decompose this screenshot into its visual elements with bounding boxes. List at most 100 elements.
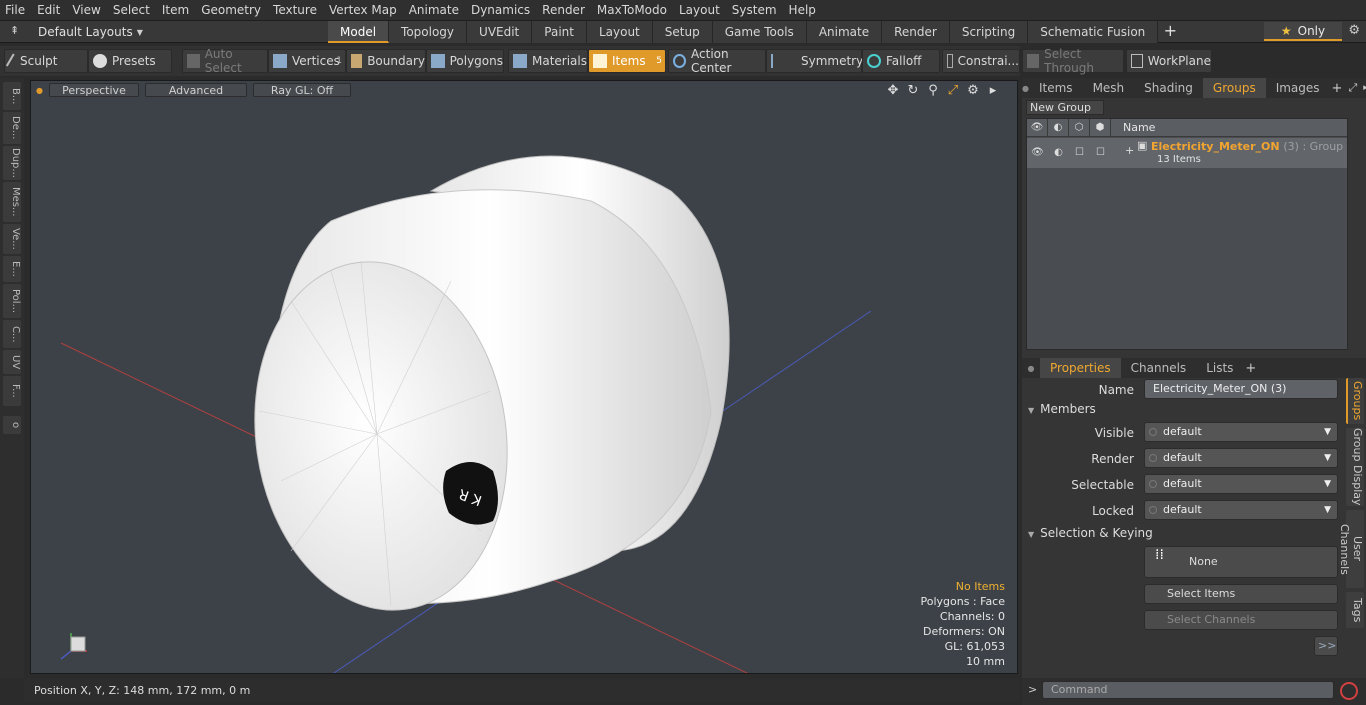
side-tab-groups[interactable]: Groups — [1346, 378, 1364, 424]
left-tab-1[interactable]: B... — [3, 82, 21, 110]
selectable-select[interactable]: default ▼ — [1144, 474, 1338, 494]
side-tab-group-display[interactable]: Group Display — [1346, 428, 1364, 506]
select-items-button[interactable]: Select Items — [1144, 584, 1338, 604]
tab-lists[interactable]: Lists — [1196, 358, 1243, 378]
add-panel-tab-icon[interactable]: + — [1332, 81, 1343, 96]
3d-viewport[interactable]: ● Perspective Advanced Ray GL: Off ✥ ↻ ⚲… — [30, 80, 1018, 674]
menu-layout[interactable]: Layout — [674, 0, 725, 21]
tab-groups[interactable]: Groups — [1202, 78, 1266, 98]
left-tab-10[interactable]: F... — [3, 376, 21, 406]
lock-icon[interactable]: ⬡ — [1069, 119, 1090, 137]
left-tab-7[interactable]: Pol... — [3, 284, 21, 318]
members-section[interactable]: ▼ Members — [1028, 402, 1338, 420]
tab-model[interactable]: Model — [328, 21, 390, 43]
left-tab-3[interactable]: Dup... — [3, 146, 21, 180]
boundary-button[interactable]: Boundary — [346, 49, 426, 73]
locked-select[interactable]: default ▼ — [1144, 500, 1338, 520]
name-field[interactable]: Electricity_Meter_ON (3) — [1144, 379, 1338, 399]
items-button[interactable]: Items 5 — [588, 49, 666, 73]
menu-item[interactable]: Item — [157, 0, 194, 21]
menu-vertex-map[interactable]: Vertex Map — [324, 0, 402, 21]
tab-images[interactable]: Images — [1266, 78, 1330, 98]
left-tab-4[interactable]: Mes... — [3, 182, 21, 222]
eye-icon[interactable]: 👁 — [1027, 119, 1048, 137]
tab-setup[interactable]: Setup — [652, 21, 713, 43]
side-tab-user-channels[interactable]: User Channels — [1338, 510, 1364, 588]
tab-channels[interactable]: Channels — [1121, 358, 1197, 378]
constraints-button[interactable]: Constrai... — [942, 49, 1020, 73]
left-tab-collapse[interactable]: o — [3, 416, 21, 434]
tab-topology[interactable]: Topology — [389, 21, 468, 43]
left-tab-2[interactable]: De... — [3, 112, 21, 144]
left-tab-5[interactable]: Ve... — [3, 224, 21, 254]
polygons-button[interactable]: Polygons — [426, 49, 504, 73]
only-button[interactable]: ★ Only — [1264, 22, 1342, 41]
record-icon[interactable] — [1340, 682, 1358, 700]
tab-animate[interactable]: Animate — [806, 21, 883, 43]
add-props-tab-icon[interactable]: + — [1245, 361, 1256, 376]
tab-shading[interactable]: Shading — [1134, 78, 1203, 98]
group-row[interactable]: 👁 ◐ ☐ ☐ + ▣ Electricity_Meter_ON (3) : G… — [1027, 138, 1347, 168]
presets-button[interactable]: Presets — [88, 49, 172, 73]
render-icon[interactable]: ◐ — [1048, 119, 1069, 137]
select-icon[interactable]: ⬢ — [1090, 119, 1111, 137]
workplane-button[interactable]: WorkPlane — [1126, 49, 1212, 73]
tab-mesh[interactable]: Mesh ... — [1083, 78, 1135, 115]
tab-schematic-fusion[interactable]: Schematic Fusion — [1028, 21, 1159, 43]
tab-paint[interactable]: Paint — [532, 21, 587, 43]
left-tab-9[interactable]: UV — [3, 350, 21, 374]
vertices-button[interactable]: Vertices 1 — [268, 49, 346, 73]
left-tab-8[interactable]: C... — [3, 320, 21, 348]
left-tool-tabs: B... De... Dup... Mes... Ve... E... Pol.… — [0, 78, 24, 678]
expand-icon[interactable]: ⤢ — [1348, 81, 1357, 95]
sculpt-button[interactable]: Sculpt — [4, 49, 88, 73]
chevron-down-icon: ▼ — [1324, 453, 1331, 463]
auto-select-button[interactable]: Auto Select — [182, 47, 268, 75]
more-button[interactable]: >> — [1314, 636, 1338, 656]
menu-edit[interactable]: Edit — [32, 0, 65, 21]
gear-icon[interactable]: ⚙ — [1348, 23, 1360, 38]
menu-help[interactable]: Help — [784, 0, 821, 21]
menu-view[interactable]: View — [67, 0, 105, 21]
new-group-button[interactable]: New Group — [1026, 100, 1104, 115]
tab-game-tools[interactable]: Game Tools — [712, 21, 807, 43]
menu-animate[interactable]: Animate — [404, 0, 464, 21]
stat-gl: GL: 61,053 — [944, 640, 1005, 653]
side-tab-tags[interactable]: Tags — [1346, 592, 1364, 628]
tab-uvedit[interactable]: UVEdit — [467, 21, 533, 43]
command-input[interactable]: Command — [1042, 681, 1334, 699]
menu-file[interactable]: File — [0, 0, 30, 21]
row-select-box[interactable]: ☐ — [1090, 144, 1111, 162]
menu-system[interactable]: System — [727, 0, 782, 21]
tab-properties[interactable]: Properties — [1040, 358, 1121, 378]
menu-render[interactable]: Render — [537, 0, 590, 21]
materials-button[interactable]: Materials — [508, 49, 588, 73]
menu-texture[interactable]: Texture — [268, 0, 322, 21]
selection-keying-section[interactable]: ▼ Selection & Keying — [1028, 526, 1338, 544]
action-center-button[interactable]: Action Center — [668, 47, 766, 75]
expand-plus-icon[interactable]: + — [1125, 144, 1134, 157]
left-tab-6[interactable]: E... — [3, 256, 21, 282]
symmetry-button[interactable]: Symmetry — [766, 49, 863, 73]
tab-render[interactable]: Render — [882, 21, 950, 43]
menu-select[interactable]: Select — [108, 0, 155, 21]
falloff-button[interactable]: Falloff — [862, 49, 940, 73]
menu-dynamics[interactable]: Dynamics — [466, 0, 535, 21]
select-channels-button[interactable]: Select Channels — [1144, 610, 1338, 630]
visible-select[interactable]: default ▼ — [1144, 422, 1338, 442]
add-tab-icon[interactable]: + — [1158, 21, 1182, 43]
none-button[interactable]: ⁞⁞ None — [1144, 546, 1338, 578]
menu-geometry[interactable]: Geometry — [196, 0, 266, 21]
row-render-icon[interactable]: ◐ — [1048, 144, 1069, 162]
menu-maxtomodo[interactable]: MaxToModo — [592, 0, 672, 21]
select-through-button[interactable]: Select Through — [1022, 47, 1124, 75]
row-lock-box[interactable]: ☐ — [1069, 144, 1090, 162]
right-panel: ● Items Mesh ... Shading Groups Images +… — [1022, 78, 1366, 705]
tab-scripting[interactable]: Scripting — [949, 21, 1029, 43]
render-select[interactable]: default ▼ — [1144, 448, 1338, 468]
tab-items[interactable]: Items — [1029, 78, 1083, 98]
row-eye-icon[interactable]: 👁 — [1027, 144, 1048, 162]
layout-selector[interactable]: ⇞ Default Layouts ▼ — [0, 21, 180, 43]
selectable-led-icon — [1149, 480, 1157, 488]
tab-layout[interactable]: Layout — [586, 21, 653, 43]
